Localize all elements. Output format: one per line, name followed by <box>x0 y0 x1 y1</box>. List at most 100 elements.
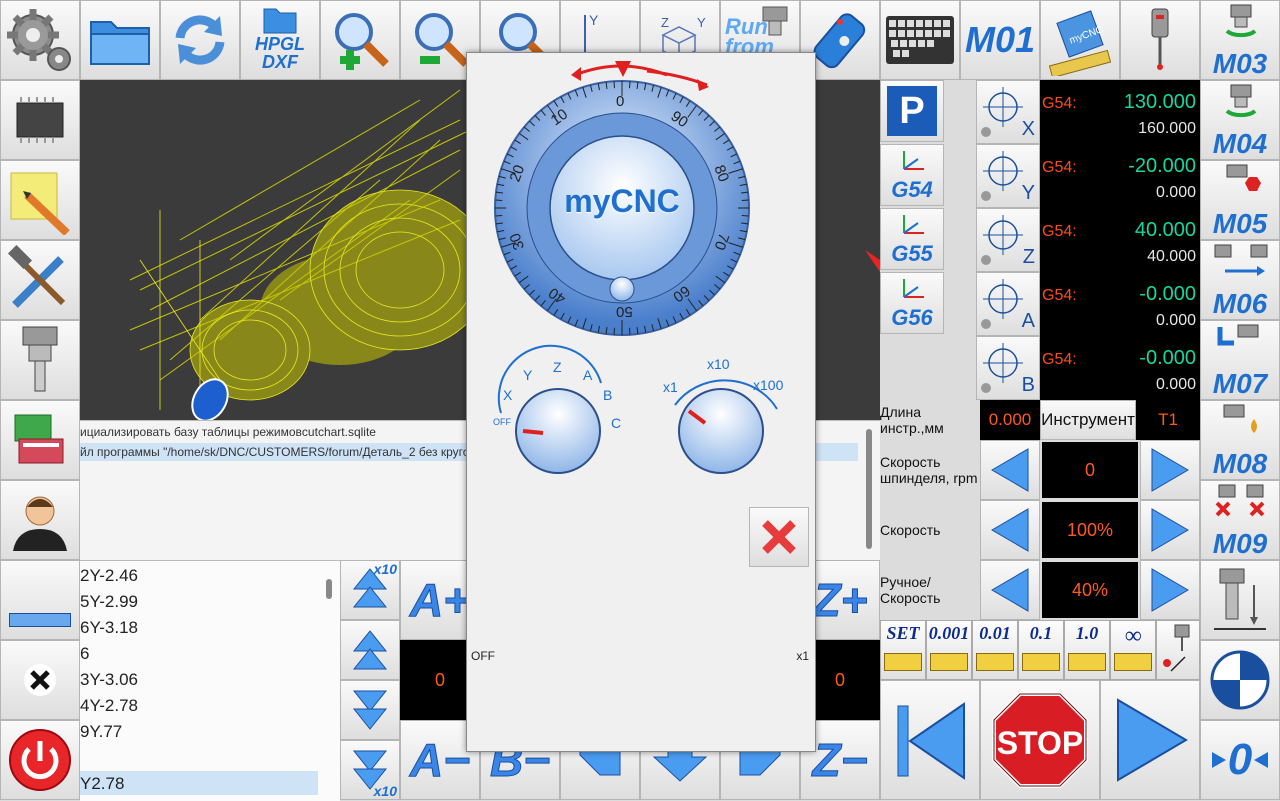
keyboard-button[interactable] <box>880 0 960 80</box>
g54-button[interactable]: G54 <box>880 144 944 206</box>
jog-down-button[interactable] <box>340 680 400 740</box>
axis-a-zero-button[interactable]: A <box>976 272 1040 336</box>
jog-speed-decrease-button[interactable] <box>980 560 1040 620</box>
plc-button[interactable] <box>0 80 80 160</box>
settings-button[interactable] <box>0 0 80 80</box>
axis-y-zero-button[interactable]: Y <box>976 144 1040 208</box>
close-icon <box>759 517 799 557</box>
open-file-button[interactable] <box>80 0 160 80</box>
dro-y-machine: 0.000 <box>1080 184 1196 202</box>
jog-speed-label: Ручное/ Скорость <box>880 574 980 606</box>
import-hpgl-dxf-button[interactable]: HPGL DXF <box>240 0 320 80</box>
multiplier-selector-knob[interactable] <box>663 385 783 477</box>
double-up-arrow-icon <box>350 625 390 675</box>
home-target-icon <box>1207 647 1273 713</box>
parking-icon: P <box>887 86 937 136</box>
spindle-increase-button[interactable] <box>1140 440 1200 500</box>
m04-button[interactable]: M04 <box>1200 80 1280 160</box>
probe-button[interactable] <box>1120 0 1200 80</box>
g56-button[interactable]: G56 <box>880 272 944 334</box>
axis-sel-label: Z <box>553 359 562 375</box>
spindle-tool-icon <box>15 325 65 395</box>
notes-button[interactable] <box>0 160 80 240</box>
spindle-decrease-button[interactable] <box>980 440 1040 500</box>
pendant-mult-status: x1 <box>796 649 809 663</box>
a-plus-label: A+ <box>410 573 470 627</box>
step-label: SET <box>881 623 925 644</box>
step-0001-button[interactable]: 0.001 <box>926 620 972 680</box>
tool-number: T1 <box>1136 400 1200 440</box>
m08-button[interactable]: M08 <box>1200 400 1280 480</box>
crosshair-icon <box>981 149 1025 193</box>
handwheel[interactable] <box>495 81 749 335</box>
step-01-button[interactable]: 0.1 <box>1018 620 1064 680</box>
coordinate-system-icon <box>898 211 928 239</box>
ruler-icon <box>976 653 1014 671</box>
axis-x-zero-button[interactable]: X <box>976 80 1040 144</box>
close-app-button[interactable] <box>0 640 80 720</box>
feed-label: Скорость <box>880 522 980 538</box>
axis-selector-knob[interactable] <box>493 385 623 477</box>
g54-label: G54 <box>881 177 943 203</box>
park-button[interactable]: P <box>880 80 944 142</box>
stop-button[interactable]: STOP <box>980 680 1100 800</box>
tools-settings-button[interactable] <box>0 240 80 320</box>
feed-decrease-button[interactable] <box>980 500 1040 560</box>
g55-button[interactable]: G55 <box>880 208 944 270</box>
tool-table-button[interactable] <box>0 320 80 400</box>
m07-label: M07 <box>1201 369 1279 399</box>
step-001-button[interactable]: 0.01 <box>972 620 1018 680</box>
x10-label: x10 <box>374 783 397 799</box>
tool-length-measure-button[interactable] <box>1200 560 1280 640</box>
rewind-button[interactable] <box>880 680 980 800</box>
tool-button[interactable]: Инструмент <box>1040 400 1136 440</box>
folder-icon <box>87 10 153 70</box>
m07-button[interactable]: M07 <box>1200 320 1280 400</box>
axis-label: X <box>1022 118 1035 141</box>
gcode-scrollbar[interactable] <box>326 579 332 599</box>
zero-button[interactable]: 0 <box>1200 720 1280 800</box>
m09-button[interactable]: M09 <box>1200 480 1280 560</box>
tool-measure-icon <box>1210 565 1270 635</box>
log-scrollbar[interactable] <box>866 429 872 549</box>
gcode-line: 6 <box>80 644 89 664</box>
probe-zero-button[interactable] <box>1156 620 1200 680</box>
jog-speed-increase-button[interactable] <box>1140 560 1200 620</box>
axis-z-zero-button[interactable]: Z <box>976 208 1040 272</box>
gcode-line: Y2.78 <box>80 774 124 794</box>
arrow-left-icon <box>988 505 1032 555</box>
feed-increase-button[interactable] <box>1140 500 1200 560</box>
m06-button[interactable]: M06 <box>1200 240 1280 320</box>
axis-b-zero-button[interactable]: B <box>976 336 1040 400</box>
double-down-arrow-icon <box>350 685 390 735</box>
rotate-mycnc-button[interactable]: myCNC <box>1040 0 1120 80</box>
start-button[interactable] <box>1100 680 1200 800</box>
close-dialog-button[interactable] <box>749 507 809 567</box>
step-10-button[interactable]: 1.0 <box>1064 620 1110 680</box>
zoom-in-button[interactable] <box>320 0 400 80</box>
jog-down-x10-button[interactable]: x10 <box>340 740 400 800</box>
dro-wcs-label: G54: <box>1042 95 1077 113</box>
step-continuous-button[interactable]: ∞ <box>1110 620 1156 680</box>
go-home-button[interactable] <box>1200 640 1280 720</box>
m03-button[interactable]: M03 <box>1200 0 1280 80</box>
dro-a-wcs: -0.000 <box>1080 283 1196 306</box>
user-button[interactable] <box>0 480 80 560</box>
jog-up-x10-button[interactable]: x10 <box>340 560 400 620</box>
step-set-button[interactable]: SET <box>880 620 926 680</box>
dro-x-machine: 160.000 <box>1080 120 1196 138</box>
z-minus-label: Z− <box>813 733 868 787</box>
m05-button[interactable]: M05 <box>1200 160 1280 240</box>
minimize-button[interactable] <box>0 560 80 640</box>
jog-up-button[interactable] <box>340 620 400 680</box>
coordinate-system-icon <box>898 147 928 175</box>
axis-label: A <box>1022 310 1035 333</box>
arrow-right-icon <box>1148 445 1192 495</box>
note-pencil-icon <box>5 165 75 235</box>
m06-label: M06 <box>1201 289 1279 319</box>
library-button[interactable] <box>0 400 80 480</box>
m01-button[interactable]: M01 <box>960 0 1040 80</box>
reload-button[interactable] <box>160 0 240 80</box>
power-button[interactable] <box>0 720 80 800</box>
pendant-icon <box>808 8 872 72</box>
